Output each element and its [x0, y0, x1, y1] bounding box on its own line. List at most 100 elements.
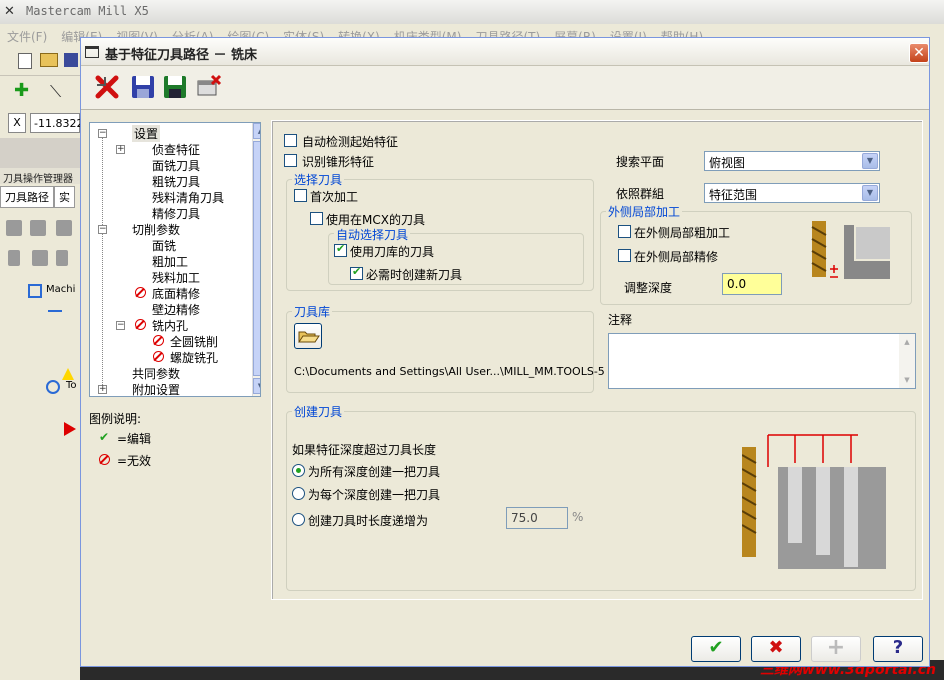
use-library-label: 使用刀库的刀具: [350, 245, 435, 259]
tree-item-rough-tools[interactable]: 粗铣刀具: [152, 173, 200, 190]
auto-detect-checkbox[interactable]: [284, 134, 297, 147]
ok-button[interactable]: ✔: [691, 636, 741, 662]
folder-open-icon: [298, 331, 320, 343]
select-dirty-ops-icon[interactable]: [30, 220, 46, 236]
scroll-up-icon[interactable]: ▲: [899, 334, 915, 350]
tree-expander[interactable]: −: [116, 321, 125, 330]
machine-group-icon: [28, 284, 42, 298]
disable-icon[interactable]: [93, 73, 121, 101]
percent-label: %: [572, 510, 584, 524]
dialog-toolbar: [81, 66, 929, 110]
tree-item-floor-finish[interactable]: 底面精修: [152, 285, 200, 302]
first-machining-label: 首次加工: [310, 190, 359, 204]
window-icon: [85, 46, 99, 58]
toolpath-group-label[interactable]: To: [66, 380, 77, 391]
delete-settings-icon[interactable]: [195, 73, 223, 101]
outer-rough-checkbox[interactable]: [618, 225, 631, 238]
library-path: C:\Documents and Settings\All User...\MI…: [294, 365, 605, 378]
create-new-label: 必需时创建新刀具: [366, 268, 463, 282]
reference-group-select[interactable]: 特征范围 ▼: [704, 183, 880, 203]
tree-expander[interactable]: +: [98, 385, 107, 394]
radio-all-depths[interactable]: [292, 464, 305, 477]
chevron-down-icon[interactable]: ▼: [862, 185, 878, 201]
tree-item-common-params[interactable]: 共同参数: [132, 365, 180, 382]
tree-scrollbar[interactable]: ▲ ▼: [252, 123, 260, 396]
notes-label: 注释: [608, 313, 633, 327]
feature-toolpath-dialog: 基于特征刀具路径 － 铣床 ✕ − 设置 + 侦查特征 面铣刀具 粗铣刀具 残料…: [80, 37, 930, 667]
scroll-up-icon[interactable]: ▲: [253, 123, 260, 139]
scroll-thumb[interactable]: [253, 141, 260, 376]
tab-solids[interactable]: 实: [54, 186, 75, 208]
outer-finish-checkbox[interactable]: [618, 249, 631, 262]
tree-item-detect-features[interactable]: 侦查特征: [152, 141, 200, 158]
outer-machining-illustration: [804, 219, 900, 283]
notes-scrollbar[interactable]: ▲ ▼: [899, 334, 915, 388]
toggle-post-icon[interactable]: [56, 250, 68, 266]
create-point-icon[interactable]: ✚: [14, 82, 29, 100]
use-library-checkbox[interactable]: [334, 242, 347, 257]
recognize-taper-checkbox[interactable]: [284, 154, 297, 167]
tree-item-facing-tools[interactable]: 面铣刀具: [152, 157, 200, 174]
tree-item-rest-machining[interactable]: 残料加工: [152, 269, 200, 286]
reference-group-label: 依照群組: [616, 187, 665, 201]
tree-item-wall-finish[interactable]: 壁边精修: [152, 301, 200, 318]
dialog-title: 基于特征刀具路径 － 铣床: [105, 48, 258, 63]
invalid-icon: [99, 454, 110, 465]
operations-manager-tabs: 刀具路径实: [0, 186, 80, 208]
first-machining-checkbox[interactable]: [294, 189, 307, 202]
save-file-icon[interactable]: [64, 53, 78, 67]
open-file-icon[interactable]: [40, 53, 58, 67]
tree-item-cut-params[interactable]: 切削参数: [132, 221, 180, 238]
toggle-display-icon[interactable]: [32, 250, 48, 266]
dialog-title-bar: 基于特征刀具路径 － 铣床: [81, 38, 929, 66]
tree-item-finish-tools[interactable]: 精修刀具: [152, 205, 200, 222]
save-as-icon[interactable]: [161, 73, 189, 101]
legend: 图例说明: ✔ =编辑 =无效: [89, 408, 259, 488]
add-button[interactable]: +: [811, 636, 861, 662]
save-icon[interactable]: [129, 73, 157, 101]
tree-item-settings[interactable]: 设置: [132, 125, 161, 142]
tree-item-hole-milling[interactable]: 铣内孔: [152, 317, 188, 334]
tree-item-roughing[interactable]: 粗加工: [152, 253, 188, 270]
radio-increment[interactable]: [292, 513, 305, 526]
chevron-down-icon[interactable]: ▼: [862, 153, 878, 169]
tree-item-circle-mill[interactable]: 全圆铣削: [170, 333, 218, 350]
help-button[interactable]: ?: [873, 636, 923, 662]
invalid-icon: [153, 351, 164, 362]
coord-x-label: X: [8, 113, 26, 133]
tree-item-facing[interactable]: 面铣: [152, 237, 176, 254]
open-library-button[interactable]: [294, 323, 322, 349]
scroll-down-icon[interactable]: ▼: [253, 378, 260, 394]
cancel-button[interactable]: ✖: [751, 636, 801, 662]
coord-x-field[interactable]: -11.8322: [30, 113, 83, 133]
search-plane-select[interactable]: 俯视图 ▼: [704, 151, 880, 171]
tree-item-additional-settings[interactable]: 附加设置: [132, 381, 180, 396]
lock-icon[interactable]: [8, 250, 20, 266]
notes-textarea[interactable]: ▲ ▼: [608, 333, 916, 389]
tree-expander[interactable]: +: [116, 145, 125, 154]
close-button[interactable]: ✕: [909, 43, 929, 63]
tree-expander[interactable]: −: [98, 225, 107, 234]
create-tool-illustration: [741, 433, 892, 571]
tree-expander[interactable]: −: [98, 129, 107, 138]
use-mcx-tools-checkbox[interactable]: [310, 212, 323, 225]
new-file-icon[interactable]: [18, 53, 32, 69]
tree-item-rest-tools[interactable]: 残料清角刀具: [152, 189, 224, 206]
tree-item-helix-bore[interactable]: 螺旋铣孔: [170, 349, 218, 366]
toolpath-group-icon: [46, 380, 60, 394]
tab-toolpaths[interactable]: 刀具路径: [0, 186, 54, 208]
invalid-icon: [135, 319, 146, 330]
operations-manager-title: 刀具操作管理器: [0, 168, 80, 185]
increment-input[interactable]: 75.0: [506, 507, 568, 529]
search-plane-value: 俯视图: [709, 156, 746, 170]
radio-all-depths-label: 为所有深度创建一把刀具: [308, 465, 441, 479]
create-new-checkbox[interactable]: [350, 265, 363, 280]
adjust-depth-input[interactable]: 0.0: [722, 273, 782, 295]
regen-ops-icon[interactable]: [56, 220, 72, 236]
app-title: Mastercam Mill X5: [26, 4, 149, 18]
machine-group-label[interactable]: Machi: [46, 284, 75, 295]
radio-each-depth[interactable]: [292, 487, 305, 500]
create-line-icon[interactable]: ⟍: [50, 82, 61, 102]
select-all-ops-icon[interactable]: [6, 220, 22, 236]
scroll-down-icon[interactable]: ▼: [899, 372, 915, 388]
